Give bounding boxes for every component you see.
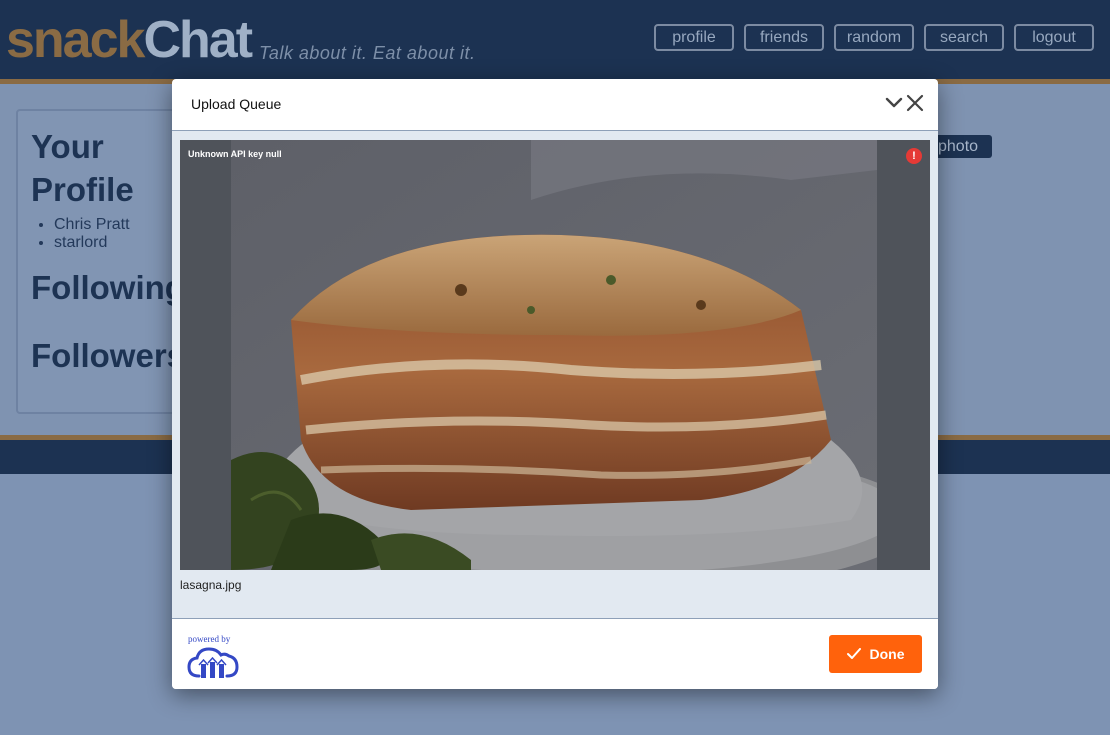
profile-title: Your Profile xyxy=(31,128,134,208)
lasagna-image xyxy=(231,140,877,570)
upload-item-preview: Unknown API key null ! xyxy=(180,140,930,570)
profile-details: Chris Pratt starlord xyxy=(54,216,130,252)
powered-by-label: powered by xyxy=(188,634,231,644)
dialog-title: Upload Queue xyxy=(191,96,282,112)
nav-search-button[interactable]: search xyxy=(924,24,1004,51)
chevron-down-icon[interactable] xyxy=(885,94,903,112)
upload-error-message: Unknown API key null xyxy=(188,149,282,159)
check-icon xyxy=(846,648,861,659)
site-header: snackChat Talk about it. Eat about it. p… xyxy=(0,0,1110,84)
main-nav: profile friends random search logout xyxy=(654,24,1094,51)
profile-username: starlord xyxy=(54,234,130,252)
logo-snack: snack xyxy=(6,11,145,69)
cloudinary-logo-icon[interactable] xyxy=(187,646,239,680)
nav-profile-button[interactable]: profile xyxy=(654,24,734,51)
site-tagline: Talk about it. Eat about it. xyxy=(259,43,476,63)
profile-name: Chris Pratt xyxy=(54,216,130,234)
site-logo[interactable]: snackChat xyxy=(6,10,253,70)
done-button[interactable]: Done xyxy=(829,635,922,673)
upload-queue-dialog: Upload Queue Unknown API key null ! lasa… xyxy=(172,79,938,689)
nav-random-button[interactable]: random xyxy=(834,24,914,51)
upload-file-name: lasagna.jpg xyxy=(180,578,242,592)
upload-list: Unknown API key null ! lasagna.jpg xyxy=(172,131,938,619)
dialog-header: Upload Queue xyxy=(172,79,938,131)
error-icon: ! xyxy=(906,148,922,164)
nav-friends-button[interactable]: friends xyxy=(744,24,824,51)
followers-title: Followers xyxy=(31,337,186,374)
dialog-footer: powered by Done xyxy=(172,619,938,689)
nav-logout-button[interactable]: logout xyxy=(1014,24,1094,51)
following-title: Following xyxy=(31,269,185,306)
logo-chat: Chat xyxy=(143,11,253,69)
done-button-label: Done xyxy=(869,646,905,662)
close-icon[interactable] xyxy=(906,94,924,112)
add-photo-button[interactable]: photo xyxy=(930,135,992,158)
